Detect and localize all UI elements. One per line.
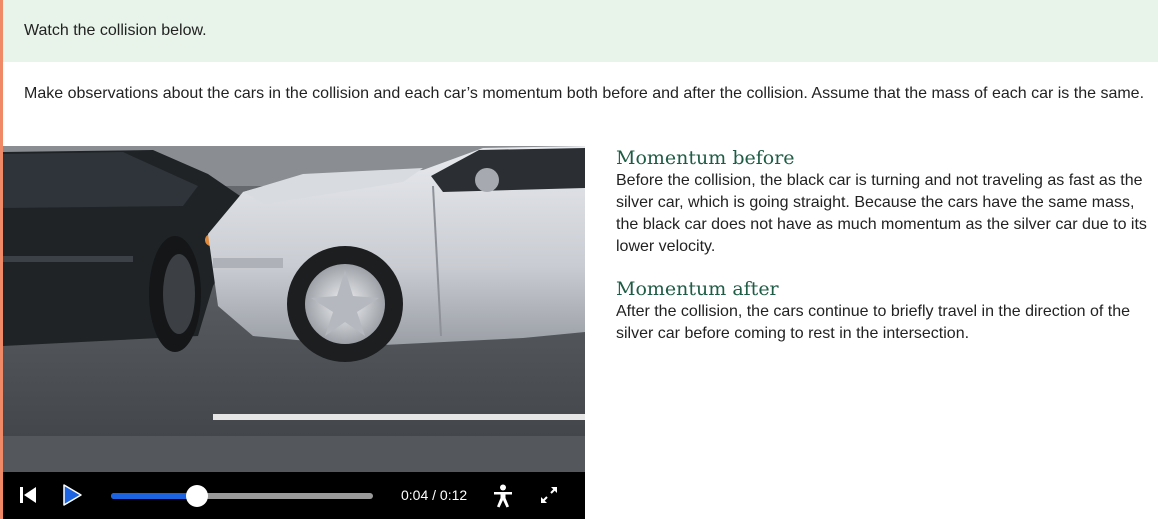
momentum-before-text: Before the collision, the black car is t… bbox=[616, 172, 1147, 255]
timecode: 0:04 / 0:12 bbox=[401, 487, 468, 503]
instructions-text: Make observations about the cars in the … bbox=[24, 85, 1145, 102]
play-icon[interactable] bbox=[61, 483, 83, 507]
momentum-before-section: Momentum before Before the collision, th… bbox=[616, 146, 1151, 258]
seek-handle[interactable] bbox=[186, 485, 209, 507]
seek-bar[interactable] bbox=[111, 485, 373, 507]
seek-progress bbox=[111, 493, 198, 499]
video-controls: 0:04 / 0:12 bbox=[3, 472, 585, 519]
momentum-after-text: After the collision, the cars continue t… bbox=[616, 303, 1131, 342]
momentum-after-section: Momentum after After the collision, the … bbox=[616, 277, 1151, 345]
video-frame bbox=[3, 146, 585, 472]
momentum-panel: Momentum before Before the collision, th… bbox=[616, 146, 1151, 345]
video-player[interactable]: 0:04 / 0:12 bbox=[3, 146, 585, 519]
banner-text: Watch the collision below. bbox=[24, 22, 207, 39]
momentum-after-heading: Momentum after bbox=[616, 278, 779, 300]
instruction-banner: Watch the collision below. bbox=[3, 0, 1158, 62]
skip-back-icon[interactable] bbox=[19, 485, 37, 505]
momentum-before-heading: Momentum before bbox=[616, 147, 795, 169]
fullscreen-icon[interactable] bbox=[540, 486, 558, 504]
accessibility-icon[interactable] bbox=[493, 484, 513, 508]
